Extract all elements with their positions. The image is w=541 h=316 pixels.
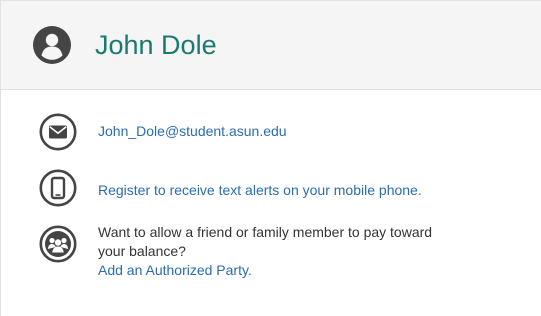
profile-card: John Dole John_Dole@student.asun.edu Reg…: [0, 0, 541, 316]
profile-header: John Dole: [1, 1, 541, 90]
email-link[interactable]: John_Dole@student.asun.edu: [98, 123, 287, 139]
user-circle-icon: [33, 26, 71, 64]
sms-row: Register to receive text alerts on your …: [1, 169, 541, 209]
sms-register-link[interactable]: Register to receive text alerts on your …: [98, 182, 422, 198]
authorized-prompt-line1: Want to allow a friend or family member …: [98, 224, 433, 240]
authorized-prompt-line2: your balance?: [98, 243, 186, 259]
mobile-phone-icon: [39, 169, 77, 207]
envelope-icon: [39, 113, 77, 151]
users-group-icon: [39, 225, 77, 263]
email-text: John_Dole@student.asun.edu: [98, 122, 287, 141]
profile-name: John Dole: [95, 30, 217, 60]
authorized-party-row: Want to allow a friend or family member …: [1, 223, 541, 293]
sms-text: Register to receive text alerts on your …: [98, 181, 422, 200]
authorized-party-text: Want to allow a friend or family member …: [98, 223, 432, 280]
add-authorized-party-link[interactable]: Add an Authorized Party.: [98, 262, 252, 278]
email-row: John_Dole@student.asun.edu: [1, 113, 541, 153]
